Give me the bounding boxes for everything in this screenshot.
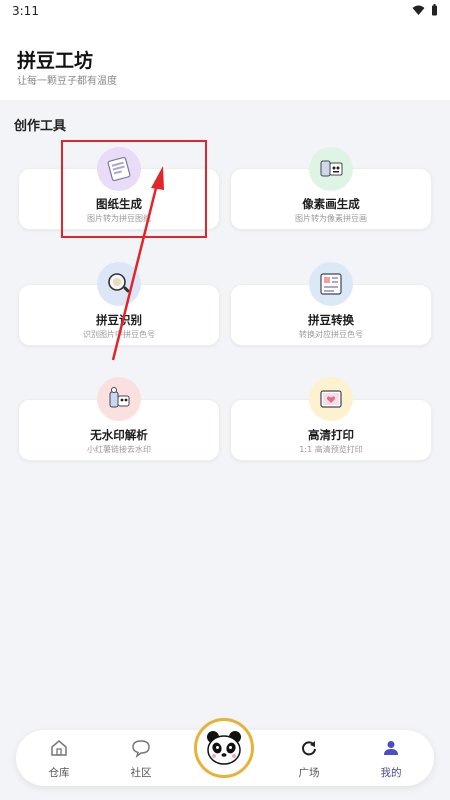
blueprint-icon (97, 147, 141, 191)
pixel-art-icon (309, 147, 353, 191)
nav-item-square[interactable]: 广场 (284, 738, 334, 780)
status-time: 3:11 (12, 4, 39, 18)
nav-item-warehouse[interactable]: 仓库 (34, 738, 84, 780)
nav-label: 广场 (298, 767, 320, 779)
watermark-icon (97, 377, 141, 421)
tool-card-title: 高清打印 (308, 428, 354, 442)
tool-card-title: 图纸生成 (96, 197, 142, 211)
panda-icon (207, 731, 241, 765)
tool-card-title: 像素画生成 (302, 197, 360, 211)
status-icons (412, 4, 438, 16)
nav-label: 我的 (380, 767, 402, 779)
section-title: 创作工具 (14, 119, 67, 134)
nav-label: 仓库 (48, 767, 70, 779)
chat-icon (132, 740, 150, 758)
convert-icon (309, 262, 353, 306)
tool-card-subtitle: 图片转为拼豆图纸 (87, 214, 151, 223)
nav-center-button[interactable] (194, 718, 254, 778)
home-icon (51, 740, 67, 756)
tool-card-title: 拼豆转换 (308, 313, 354, 327)
app-title: 拼豆工坊 (17, 50, 94, 72)
tool-card-subtitle: 小红薯链接去水印 (87, 445, 151, 454)
wifi-icon (412, 5, 425, 15)
tool-card-subtitle: 图片转为像素拼豆画 (295, 214, 367, 223)
nav-item-profile[interactable]: 我的 (366, 738, 416, 780)
tool-card-subtitle: 1:1 高清预览打印 (299, 445, 363, 454)
battery-icon (432, 4, 437, 16)
tool-card-subtitle: 识别图片中拼豆色号 (83, 330, 155, 339)
tool-card-title: 无水印解析 (90, 428, 148, 442)
person-icon (384, 741, 398, 755)
nav-item-community[interactable]: 社区 (116, 738, 166, 780)
magnifier-icon (97, 262, 141, 306)
app-header: 拼豆工坊 让每一颗豆子都有温度 (0, 22, 450, 100)
app-subtitle: 让每一颗豆子都有温度 (17, 76, 117, 87)
refresh-icon (302, 741, 316, 756)
status-bar: 3:11 (0, 0, 450, 22)
print-icon (309, 377, 353, 421)
tool-card-subtitle: 转换对应拼豆色号 (299, 330, 363, 339)
tool-card-title: 拼豆识别 (96, 313, 142, 327)
nav-label: 社区 (130, 767, 152, 779)
